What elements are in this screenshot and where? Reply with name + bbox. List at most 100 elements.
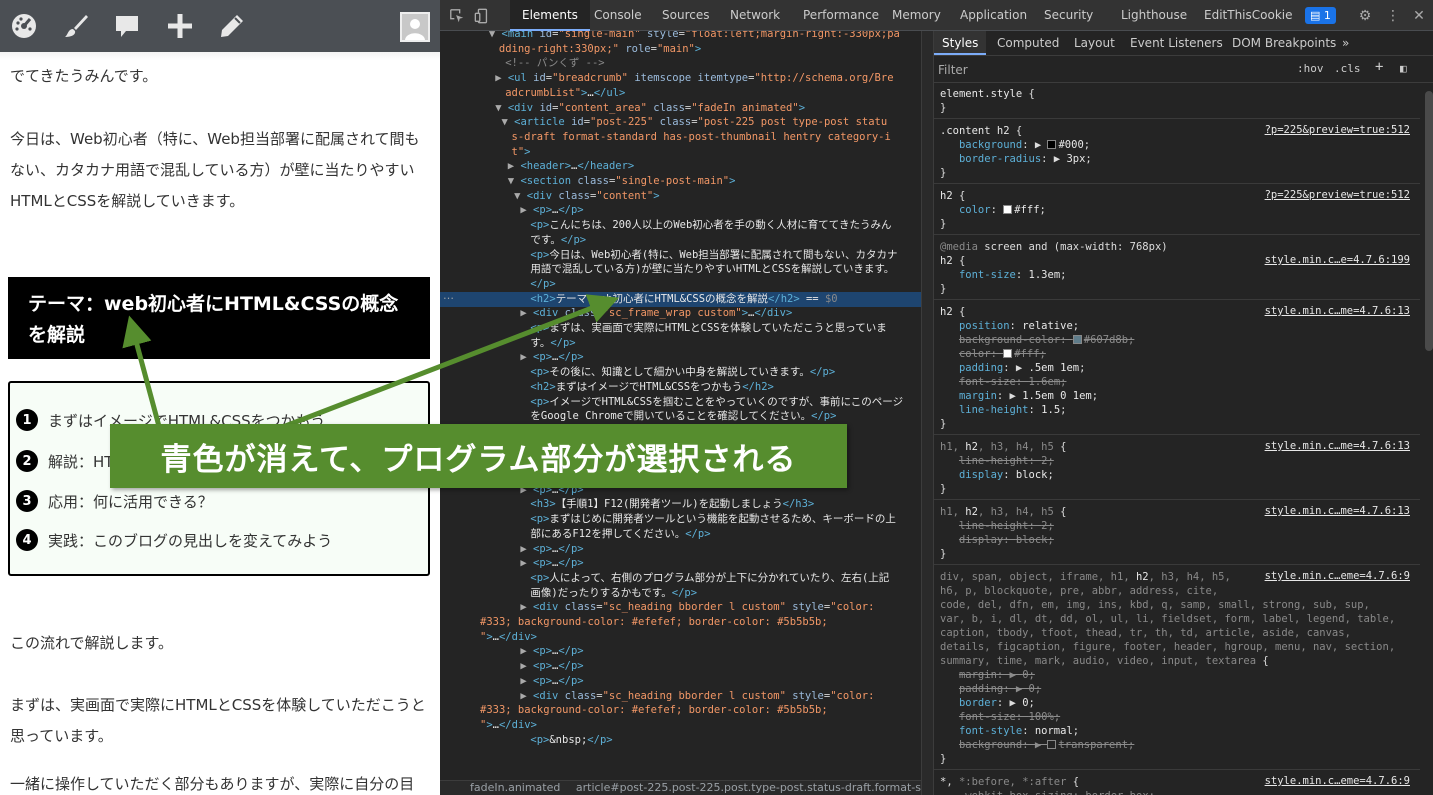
inspect-element-icon[interactable] — [448, 7, 466, 25]
toggle-sidebar-icon[interactable]: ◧ — [1400, 62, 1407, 75]
css-source-link[interactable]: style.min.c…eme=4.7.6:9 — [1265, 775, 1410, 787]
more-tabs-chevron-icon[interactable]: » — [1342, 31, 1349, 55]
dom-tree-line[interactable]: ▶ <p>…</p> — [440, 542, 921, 557]
tab-security[interactable]: Security — [1044, 0, 1093, 31]
dom-tree-line[interactable]: ▶ <div class="sc_heading bborder l custo… — [440, 689, 921, 704]
dom-tree-line[interactable]: <h2>テーマ:web初心者にHTML&CSSの概念を解説</h2> == $0 — [440, 291, 921, 307]
customize-brush-icon[interactable] — [60, 10, 92, 42]
dom-tree-line[interactable]: <p>&nbsp;</p> — [440, 733, 921, 748]
tab-layout[interactable]: Layout — [1074, 31, 1115, 55]
dom-tree-line[interactable]: 画像)だったりするかもです。</p> — [440, 586, 921, 601]
css-source-link[interactable]: style.min.c…me=4.7.6:13 — [1265, 440, 1410, 452]
dom-tree-line[interactable]: </p> — [440, 277, 921, 292]
tab-editthiscookie[interactable]: EditThisCookie — [1204, 0, 1293, 31]
css-rule[interactable]: *, *:before, *:after { -webkit-box-sizin… — [934, 771, 1420, 795]
panel-splitter[interactable] — [921, 31, 934, 795]
dom-tree-line[interactable]: ▼ <div class="content"> — [440, 189, 921, 204]
dom-tree-line[interactable]: dding-right:330px;" role="main"> — [440, 42, 921, 57]
dom-tree-line[interactable]: をGoogle Chromeで開いていることを確認してください。</p> — [440, 409, 921, 424]
settings-gear-icon[interactable]: ⚙ — [1356, 7, 1374, 25]
elements-tree[interactable]: ▼ <main id="single-main" style="float:le… — [440, 31, 921, 780]
dashboard-icon[interactable] — [8, 10, 40, 42]
dom-tree-line[interactable]: <p>今日は、Web初心者(特に、Web担当部署に配属されて間もない、カタカナ — [440, 248, 921, 263]
dom-tree-line[interactable]: ▶ <p>…</p> — [440, 350, 921, 365]
dom-tree-line[interactable]: <p>まずは、実画面で実際にHTMLとCSSを体験していただこうと思っていま — [440, 321, 921, 336]
new-content-plus-icon[interactable] — [164, 10, 196, 42]
more-options-icon[interactable]: ⋮ — [1384, 7, 1402, 25]
tab-styles[interactable]: Styles — [934, 31, 987, 55]
hov-toggle[interactable]: :hov — [1297, 62, 1324, 75]
tab-computed[interactable]: Computed — [997, 31, 1059, 55]
dom-tree-line[interactable]: ▶ <header>…</header> — [440, 159, 921, 174]
user-avatar[interactable] — [400, 12, 430, 42]
dom-tree-line[interactable]: <p>イメージでHTML&CSSを掴むことをやっていくのですが、事前にこのページ — [440, 395, 921, 410]
add-rule-plus-icon[interactable]: + — [1375, 59, 1383, 75]
dom-tree-line[interactable]: <h3>【手順1】F12(開発者ツール)を起動しましょう</h3> — [440, 497, 921, 512]
tab-sources[interactable]: Sources — [662, 0, 709, 31]
dom-tree-line[interactable]: ▼ <main id="single-main" style="float:le… — [440, 31, 921, 42]
css-source-link[interactable]: ?p=225&preview=true:512 — [1265, 124, 1410, 136]
dom-tree-line[interactable]: ▼ <article id="post-225" class="post-225… — [440, 115, 921, 130]
tab-console[interactable]: Console — [594, 0, 642, 31]
tab-lighthouse[interactable]: Lighthouse — [1121, 0, 1187, 31]
tab-elements[interactable]: Elements — [510, 0, 590, 31]
dom-tree-line[interactable]: #333; background-color: #efefef; border-… — [440, 615, 921, 630]
tab-dom-breakpoints[interactable]: DOM Breakpoints — [1232, 31, 1336, 55]
tab-application[interactable]: Application — [960, 0, 1027, 31]
css-rule[interactable]: @media screen and (max-width: 768px) h2 {… — [934, 236, 1420, 300]
cls-toggle[interactable]: .cls — [1334, 62, 1361, 75]
tab-network[interactable]: Network — [730, 0, 780, 31]
issues-badge[interactable]: ▤ 1 — [1305, 7, 1336, 24]
dom-tree-line[interactable]: <p>人によって、右側のプログラム部分が上下に分かれていたり、左右(上記 — [440, 571, 921, 586]
dom-tree-line[interactable]: <h2>まずはイメージでHTML&CSSをつかもう</h2> — [440, 380, 921, 395]
css-rule[interactable]: element.style {} — [934, 83, 1420, 119]
toc-item[interactable]: 3 応用：何に活用できる？ — [16, 489, 213, 513]
tab-memory[interactable]: Memory — [892, 0, 941, 31]
css-rule[interactable]: .content h2 { background: ▶ #000; border… — [934, 120, 1420, 184]
dom-tree-line[interactable]: ">…</div> — [440, 630, 921, 645]
css-source-link[interactable]: style.min.c…me=4.7.6:13 — [1265, 305, 1410, 317]
dom-tree-line[interactable]: ▼ <div id="content_area" class="fadeIn a… — [440, 101, 921, 116]
dom-tree-line[interactable]: ▼ <section class="single-post-main"> — [440, 174, 921, 189]
dom-tree-line[interactable]: ▶ <div class="sc_heading bborder l custo… — [440, 600, 921, 615]
dom-tree-line[interactable]: <!-- パンくず --> — [440, 56, 921, 71]
dom-tree-line[interactable]: <p>まずはじめに開発者ツールという機能を起動させるため、キーボードの上 — [440, 512, 921, 527]
dom-tree-line[interactable]: ▶ <p>…</p> — [440, 556, 921, 571]
dom-tree-line[interactable]: <p>こんにちは、200人以上のWeb初心者を手の動く人材に育ててきたうみん — [440, 218, 921, 233]
device-toolbar-icon[interactable] — [473, 7, 491, 25]
dom-tree-line[interactable]: 部にあるF12を押してください。</p> — [440, 527, 921, 542]
dom-tree-line[interactable]: ">…</div> — [440, 718, 921, 733]
breadcrumb-item[interactable]: fadeIn.animated — [470, 781, 560, 794]
css-rule[interactable]: h1, h2, h3, h4, h5 { line-height: 2; dis… — [934, 436, 1420, 500]
dom-tree-line[interactable]: adcrumbList">…</ul> — [440, 86, 921, 101]
tab-performance[interactable]: Performance — [803, 0, 879, 31]
css-source-link[interactable]: style.min.c…me=4.7.6:13 — [1265, 505, 1410, 517]
dom-tree-line[interactable]: です。</p> — [440, 233, 921, 248]
comments-icon[interactable] — [111, 10, 143, 42]
css-source-link[interactable]: style.min.c…eme=4.7.6:9 — [1265, 570, 1410, 582]
dom-tree-line[interactable]: ▶ <p>…</p> — [440, 674, 921, 689]
dom-tree-line[interactable]: ▶ <p>…</p> — [440, 644, 921, 659]
css-rule[interactable]: h2 { position: relative; background-colo… — [934, 301, 1420, 435]
dom-tree-line[interactable]: t"> — [440, 145, 921, 160]
dom-tree-line[interactable]: s-draft format-standard has-post-thumbna… — [440, 130, 921, 145]
close-icon[interactable]: ✕ — [1410, 7, 1428, 25]
dom-tree-line[interactable]: ▶ <div class="sc_frame_wrap custom">…</d… — [440, 306, 921, 321]
tab-event-listeners[interactable]: Event Listeners — [1130, 31, 1223, 55]
dom-tree-line[interactable]: #333; background-color: #efefef; border-… — [440, 703, 921, 718]
dom-tree-line[interactable]: 用語で混乱している方)が壁に当たりやすいHTMLとCSSを解説していきます。 — [440, 262, 921, 277]
edit-pencil-icon[interactable] — [216, 10, 248, 42]
dom-tree-line[interactable]: ▶ <p>…</p> — [440, 659, 921, 674]
dom-tree-line[interactable]: ▶ <p>…</p> — [440, 203, 921, 218]
css-rule[interactable]: h2 { color: #fff;} ?p=225&preview=true:51… — [934, 185, 1420, 235]
css-rule[interactable]: div, span, object, iframe, h1, h2, h3, h… — [934, 566, 1420, 770]
selected-node-dots-icon[interactable]: … — [443, 289, 454, 302]
styles-scrollbar[interactable] — [1425, 91, 1433, 351]
styles-filter-input[interactable] — [938, 60, 1278, 80]
dom-tree-line[interactable]: す。</p> — [440, 336, 921, 351]
dom-tree-line[interactable]: <p>その後に、知識として細かい中身を解説していきます。</p> — [440, 365, 921, 380]
dom-tree-line[interactable]: ▶ <ul id="breadcrumb" itemscope itemtype… — [440, 71, 921, 86]
toc-item[interactable]: 4 実践：このブログの見出しを変えてみよう — [16, 528, 332, 552]
css-source-link[interactable]: ?p=225&preview=true:512 — [1265, 189, 1410, 201]
breadcrumb-item[interactable]: article#post-225.post-225.post.type-post… — [576, 781, 921, 794]
